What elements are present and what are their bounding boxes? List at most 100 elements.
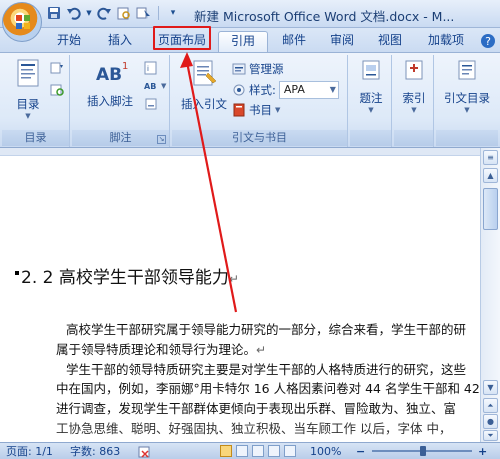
help-icon[interactable]: ? — [478, 31, 498, 52]
insert-citation-button[interactable]: 插入引文 — [178, 59, 230, 112]
quick-access-toolbar: ▼ ▾ — [46, 5, 181, 21]
document-line[interactable]: 学生干部的领导特质研究主要是对学生干部的人格特质进行的研究，这些 — [66, 360, 500, 380]
ruler-toggle-icon[interactable]: ≡ — [483, 150, 498, 165]
index-icon — [405, 60, 423, 80]
undo-dropdown-icon[interactable]: ▼ — [86, 5, 92, 21]
add-text-button[interactable] — [50, 61, 64, 75]
page-layout-highlight-box — [153, 26, 211, 50]
update-table-button[interactable] — [50, 83, 64, 97]
document-line[interactable]: 中在国内，例如，李丽娜°用卡特尔 16 人格因素问卷对 44 名学生干部和 42 — [56, 379, 496, 399]
print-preview-icon[interactable] — [116, 5, 132, 21]
insert-footnote-button[interactable]: AB 1 插入脚注 — [80, 59, 140, 109]
tab-insert[interactable]: 插入 — [98, 31, 142, 52]
footnote-superscript: 1 — [122, 61, 129, 72]
window-title: 新建 Microsoft Office Word 文档.docx - M... — [194, 9, 455, 24]
style-label: 样式: — [249, 83, 276, 97]
scroll-thumb[interactable] — [483, 188, 498, 230]
endnote-icon: i — [144, 61, 157, 75]
index-button[interactable]: 索引 ▼ — [395, 59, 433, 114]
word-count[interactable]: 字数: 863 — [70, 444, 120, 459]
caption-icon — [362, 60, 380, 80]
scroll-up-icon[interactable]: ▲ — [483, 168, 498, 183]
select-icon[interactable] — [136, 5, 152, 21]
insert-citation-label: 插入引文 — [181, 97, 227, 111]
toa-group-label — [436, 130, 498, 146]
citation-style-value: APA — [283, 83, 305, 96]
table-of-authorities-icon — [458, 60, 476, 80]
manage-sources-icon — [232, 63, 246, 75]
next-footnote-icon: AB — [144, 82, 156, 91]
caption-button[interactable]: 题注 ▼ — [352, 59, 390, 114]
manage-sources-button[interactable]: 管理源 — [232, 61, 284, 77]
document-line[interactable]: 高校学生干部研究属于领导能力研究的一部分，综合来看，学生干部的研 — [66, 320, 500, 340]
ribbon-tabs: 开始 插入 页面布局 引用 邮件 审阅 视图 加载项 ? — [0, 28, 500, 52]
next-footnote-button[interactable]: AB ▼ — [144, 79, 166, 93]
bibliography-button[interactable]: 书目 ▼ — [232, 102, 280, 118]
chevron-down-icon: ▼ — [368, 106, 374, 114]
citation-style-select[interactable]: APA ▼ — [278, 81, 339, 99]
print-layout-view-icon[interactable] — [220, 445, 232, 457]
full-screen-reading-icon[interactable] — [236, 445, 248, 457]
web-layout-icon[interactable] — [252, 445, 264, 457]
index-group-label — [394, 130, 433, 146]
scroll-down-icon[interactable]: ▼ — [483, 380, 498, 395]
office-logo-icon — [16, 15, 30, 29]
zoom-slider-knob[interactable] — [420, 446, 426, 456]
caption-group: 题注 ▼ — [350, 55, 392, 147]
proofing-icon[interactable] — [138, 444, 152, 459]
svg-text:i: i — [147, 65, 149, 73]
draft-view-icon[interactable] — [284, 445, 296, 457]
paragraph-mark: ↵ — [228, 272, 239, 286]
zoom-level[interactable]: 100% — [310, 444, 341, 459]
manage-sources-label: 管理源 — [249, 62, 284, 76]
insert-citation-icon — [193, 60, 217, 86]
index-label: 索引 — [402, 91, 426, 105]
citation-group: 插入引文 管理源 样式: APA ▼ 书目 ▼ 引文与书目 — [172, 55, 348, 147]
vertical-scrollbar[interactable]: ≡ ▲ ▼ ⏶ ● ⏷ — [480, 148, 500, 442]
chevron-down-icon: ▼ — [464, 106, 470, 114]
update-table-icon — [50, 84, 64, 96]
document-line-text: 属于领导特质理论和领导行为理论。 — [56, 342, 257, 357]
chevron-down-icon: ▼ — [329, 85, 336, 94]
next-page-icon[interactable]: ⏷ — [483, 430, 498, 441]
toc-button[interactable]: 目录 ▼ — [8, 59, 48, 120]
footnote-dialog-launcher-icon[interactable]: ↘ — [157, 135, 166, 144]
page-count[interactable]: 页面: 1/1 — [6, 444, 53, 459]
caption-label: 题注 — [359, 91, 383, 105]
ruler — [0, 148, 480, 156]
heading-text: 2. 2 高校学生干部领导能力 — [21, 268, 229, 288]
zoom-in-icon[interactable]: + — [478, 444, 487, 459]
index-group: 索引 ▼ — [394, 55, 434, 147]
tab-mailings[interactable]: 邮件 — [272, 31, 316, 52]
tab-home[interactable]: 开始 — [47, 31, 91, 52]
toc-icon — [17, 59, 39, 87]
tab-addins[interactable]: 加载项 — [418, 31, 474, 52]
table-of-authorities-button[interactable]: 引文目录 ▼ — [440, 59, 494, 114]
chevron-down-icon: ▼ — [161, 82, 167, 90]
show-notes-button[interactable] — [144, 97, 158, 111]
browse-object-icon[interactable]: ● — [483, 414, 498, 429]
citation-group-label: 引文与书目 — [172, 130, 347, 146]
style-icon — [233, 84, 245, 96]
customize-icon[interactable]: ▾ — [165, 5, 181, 21]
footnote-ab-text: AB — [96, 65, 123, 85]
redo-icon[interactable] — [96, 5, 112, 21]
tab-review[interactable]: 审阅 — [320, 31, 364, 52]
document-heading[interactable]: 2. 2 高校学生干部领导能力↵ — [15, 263, 239, 288]
insert-footnote-label: 插入脚注 — [87, 94, 133, 108]
bibliography-icon — [233, 103, 245, 117]
document-line[interactable]: 工协急思维、聪明、好强固执、独立积极、当车顾工作 以后，字体 中， — [56, 419, 496, 441]
footnote-group: AB 1 插入脚注 i AB ▼ 脚注 ↘ — [72, 55, 170, 147]
zoom-out-icon[interactable]: − — [356, 444, 365, 459]
undo-icon[interactable] — [66, 5, 82, 21]
insert-endnote-button[interactable]: i — [144, 61, 158, 75]
tab-view[interactable]: 视图 — [368, 31, 412, 52]
outline-view-icon[interactable] — [268, 445, 280, 457]
tab-references[interactable]: 引用 — [218, 31, 268, 52]
toc-button-label: 目录 — [16, 97, 40, 111]
document-line[interactable]: 进行调查，发现学生干部群体更倾向于表现出乐群、冒险敢为、独立、富 — [56, 399, 496, 419]
office-button[interactable] — [2, 2, 42, 42]
previous-page-icon[interactable]: ⏶ — [483, 398, 498, 413]
document-line[interactable]: 属于领导特质理论和领导行为理论。↵ — [56, 340, 496, 360]
save-icon[interactable] — [46, 5, 62, 21]
